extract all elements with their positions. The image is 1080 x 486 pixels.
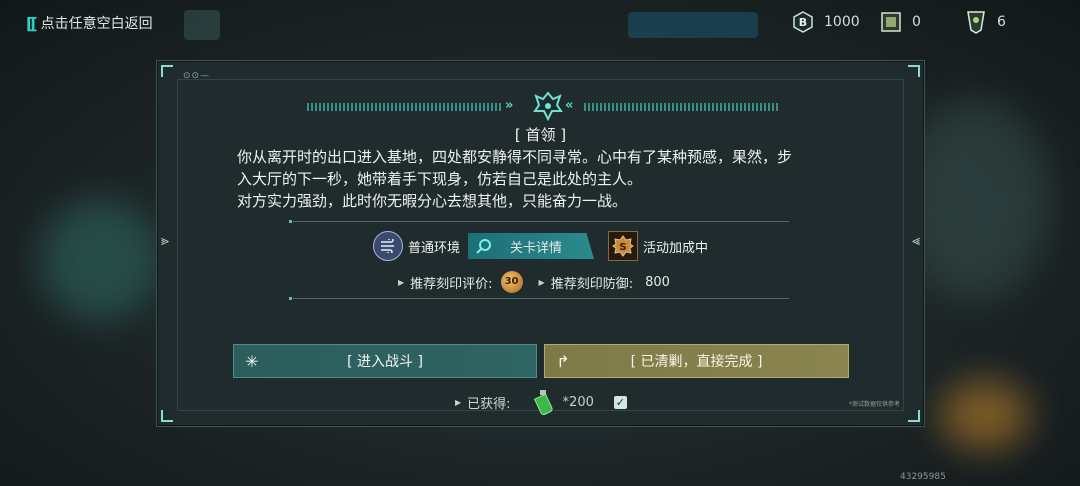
frame-corner [908, 65, 920, 77]
enter-battle-label: [ 进入战斗 ] [347, 354, 423, 370]
bullet-triangle-icon: ▶ [398, 277, 405, 287]
skip-arrow-icon: ↱ [556, 351, 570, 371]
back-label: 点击任意空白返回 [40, 16, 153, 32]
environment-tag: 普通环境 [373, 231, 460, 261]
stage-details-label: 关卡详情 [510, 240, 563, 256]
header-stripe-right [584, 103, 779, 111]
event-bonus-label: 活动加成中 [643, 240, 709, 256]
frame-corner [908, 410, 920, 422]
b-coin-icon: B [792, 11, 814, 33]
event-bonus-icon: S [608, 231, 639, 261]
svg-text:B: B [799, 16, 807, 29]
divider [289, 297, 789, 300]
back-button[interactable]: [[ 点击任意空白返回 [26, 13, 153, 33]
rating-label: 推荐刻印评价: [410, 276, 493, 292]
decor-dots-icon: ⊙⊙— [183, 71, 211, 81]
stage-details-button[interactable]: 关卡详情 [468, 233, 595, 259]
chevron-right-icon: » [505, 98, 514, 113]
divider [289, 220, 789, 223]
top-bar: [[ 点击任意空白返回 B 1000 0 6 [0, 0, 1080, 48]
dialog-title: [ 首领 ] [514, 126, 567, 144]
rating-badge: 30 [500, 271, 523, 293]
blurred-top-button [628, 12, 758, 38]
claimed-checkbox[interactable]: ✓ [613, 395, 627, 409]
bullet-triangle-icon: ▶ [455, 397, 462, 407]
boss-dialog: ⊙⊙— ⪢ ⪡ » « [ 首领 ] 你从离开时的出口进入基地，四处都安静得不同… [156, 60, 925, 427]
resource-value: 6 [997, 14, 1006, 30]
story-text: 你从离开时的出口进入基地，四处都安静得不同寻常。心中有了某种预感，果然，步 入大… [237, 146, 847, 212]
resource-card: 0 [880, 11, 921, 33]
svg-text:S: S [619, 242, 626, 253]
frame-corner [161, 65, 173, 77]
recommendation-row: ▶ 推荐刻印评价: 30 ▶ 推荐刻印防御: 800 [398, 271, 670, 293]
event-bonus-tag[interactable]: S 活动加成中 [608, 231, 708, 261]
build-id: 43295985 [900, 472, 946, 482]
resource-value: 1000 [824, 14, 860, 30]
left-chevron-icon: ⪢ [161, 233, 169, 249]
story-line: 你从离开时的出口进入基地，四处都安静得不同寻常。心中有了某种预感，果然，步 [237, 148, 793, 166]
resource-value: 0 [912, 14, 921, 30]
quick-complete-button[interactable]: ↱ [ 已清剿，直接完成 ] [544, 344, 849, 378]
enter-battle-button[interactable]: ✳ [ 进入战斗 ] [233, 344, 537, 378]
wind-icon [373, 231, 403, 261]
quick-complete-label: [ 已清剿，直接完成 ] [630, 354, 763, 370]
environment-label: 普通环境 [408, 240, 461, 256]
resource-b-coin: B 1000 [792, 11, 860, 33]
resource-ticket: 6 [965, 11, 1006, 34]
story-line: 入大厅的下一秒，她带着手下现身，仿若自己是此处的主人。 [237, 170, 643, 188]
defense-value: 800 [645, 274, 670, 290]
potion-bottle-icon [533, 390, 553, 415]
frame-corner [161, 410, 173, 422]
earned-label: 已获得: [467, 396, 511, 412]
search-icon [476, 239, 492, 254]
story-line: 对方实力强劲，此时你无暇分心去想其他，只能奋力一战。 [237, 192, 628, 210]
background-blur [940, 380, 1030, 450]
stage-tags: 普通环境 关卡详情 S 活动加成中 [373, 231, 708, 261]
earned-row: ▶ 已获得: *200 ✓ [455, 389, 627, 415]
back-bracket-icon: [[ [26, 13, 38, 33]
background-blur [40, 200, 160, 320]
boss-emblem-icon [533, 91, 563, 121]
card-icon [880, 11, 902, 33]
header-stripe-left [307, 103, 502, 111]
ticket-icon [965, 11, 987, 34]
chevron-left-icon: « [565, 98, 574, 113]
bullet-triangle-icon: ▶ [538, 277, 545, 287]
earned-quantity: *200 [562, 394, 594, 410]
right-chevron-icon: ⪡ [912, 233, 920, 249]
defense-label: 推荐刻印防御: [550, 276, 634, 292]
crossed-swords-icon: ✳ [245, 351, 259, 371]
fine-print: *测试数据仅供参考 [848, 401, 900, 408]
blurred-menu-button [184, 10, 220, 40]
